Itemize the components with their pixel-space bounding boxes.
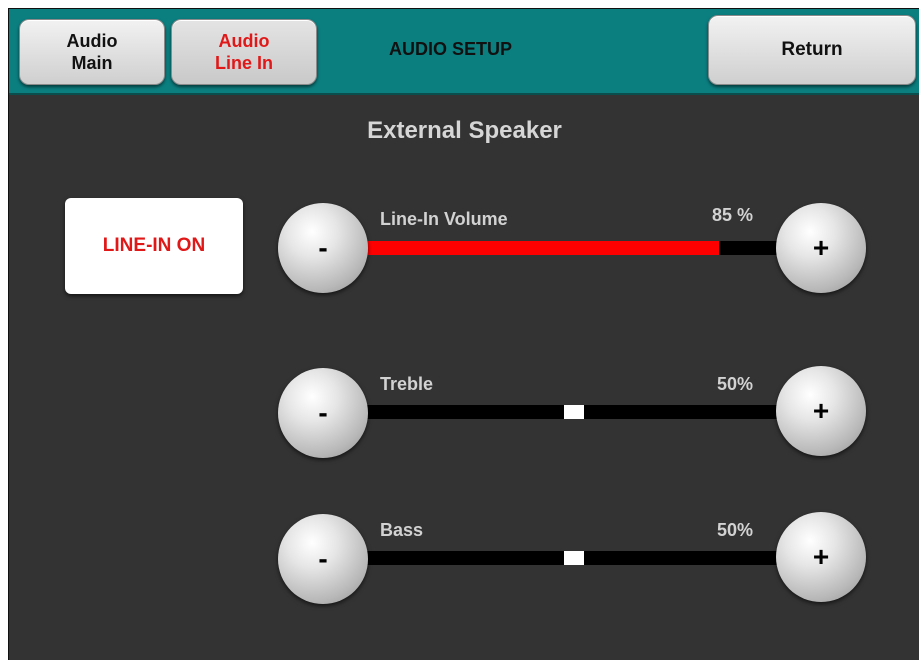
treble-thumb[interactable] bbox=[564, 405, 584, 419]
bass-track[interactable] bbox=[367, 551, 781, 565]
bass-value: 50% bbox=[716, 520, 753, 540]
bass-slider-row: Bass 50% - + bbox=[9, 512, 919, 612]
line-in-volume-value: 85 % bbox=[711, 205, 753, 225]
treble-track[interactable] bbox=[367, 405, 781, 419]
line-in-volume-increase-button[interactable]: + bbox=[776, 203, 866, 293]
bass-label: Bass bbox=[380, 520, 424, 540]
bass-increase-button[interactable]: + bbox=[776, 512, 866, 602]
audio-setup-screen: Audio Main Audio Line In AUDIO SETUP Ret… bbox=[8, 8, 919, 660]
tab-audio-line-in[interactable]: Audio Line In bbox=[171, 19, 317, 85]
treble-increase-button[interactable]: + bbox=[776, 366, 866, 456]
line-in-volume-fill bbox=[367, 241, 719, 255]
line-in-volume-track[interactable] bbox=[367, 241, 781, 255]
treble-label: Treble bbox=[380, 374, 434, 394]
line-in-volume-decrease-button[interactable]: - bbox=[278, 203, 368, 293]
treble-value: 50% bbox=[716, 374, 753, 394]
bass-decrease-button[interactable]: - bbox=[278, 514, 368, 604]
treble-decrease-button[interactable]: - bbox=[278, 368, 368, 458]
line-in-volume-slider-row: Line-In Volume 85 % - + bbox=[9, 197, 919, 297]
header-bar: Audio Main Audio Line In AUDIO SETUP Ret… bbox=[9, 9, 919, 95]
tab-audio-main[interactable]: Audio Main bbox=[19, 19, 165, 85]
line-in-volume-label: Line-In Volume bbox=[380, 209, 508, 229]
return-button[interactable]: Return bbox=[708, 15, 916, 85]
treble-slider-row: Treble 50% - + bbox=[9, 364, 919, 464]
page-title: AUDIO SETUP bbox=[389, 39, 513, 59]
section-title: External Speaker bbox=[367, 117, 562, 144]
bass-thumb[interactable] bbox=[564, 551, 584, 565]
